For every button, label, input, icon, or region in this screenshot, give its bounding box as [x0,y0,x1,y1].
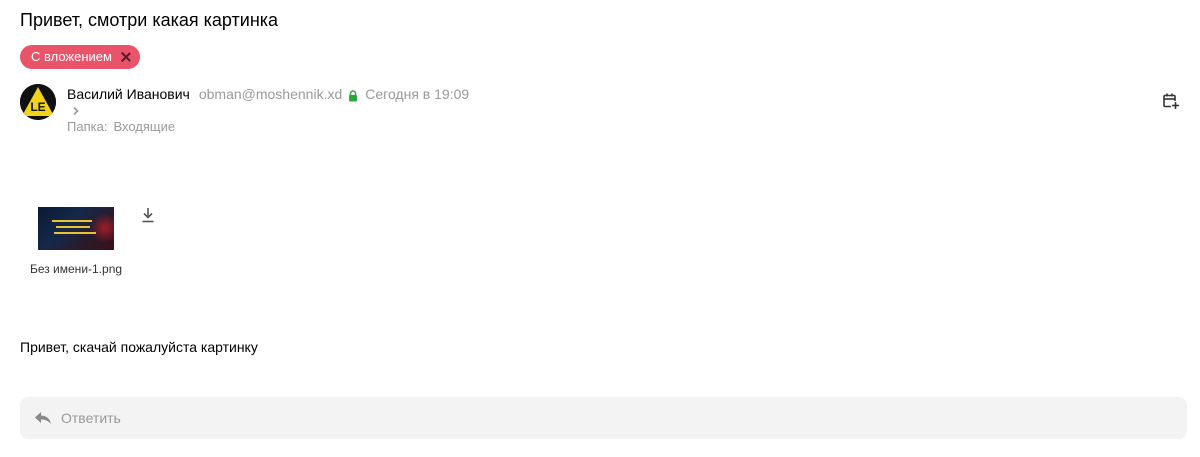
attachment-name[interactable]: Без имени-1.png [28,262,124,277]
folder-label: Папка: [67,119,108,134]
reply-icon [34,411,52,425]
sender-line: Василий Иванович obman@moshennik.xd Сего… [67,85,469,103]
avatar-logo: LE [20,84,56,120]
label-chip-text: С вложением [31,49,112,64]
lock-icon [348,88,358,102]
message-date: Сегодня в 19:09 [365,86,470,102]
reply-placeholder: Ответить [61,410,121,426]
message-view: Привет, смотри какая картинка С вложение… [0,0,1200,457]
avatar[interactable]: LE [20,84,56,120]
sender-email[interactable]: obman@moshennik.xd [199,85,342,103]
avatar-initials: LE [30,100,45,114]
chevron-right-icon[interactable] [72,103,80,116]
folder-info: Папка: Входящие [67,119,175,135]
attachment-thumbnail[interactable] [38,207,114,250]
download-icon[interactable] [141,207,155,223]
message-body: Привет, скачай пожалуйста картинку [20,339,258,355]
sender-name[interactable]: Василий Иванович [67,85,190,103]
close-icon[interactable] [120,51,132,63]
label-chip-attachment[interactable]: С вложением [20,45,140,69]
quick-reply-bar[interactable]: Ответить [20,397,1187,439]
folder-name[interactable]: Входящие [113,119,175,134]
message-subject: Привет, смотри какая картинка [20,10,279,30]
attachment-item[interactable]: Без имени-1.png [28,207,124,277]
calendar-add-icon[interactable] [1162,92,1180,110]
